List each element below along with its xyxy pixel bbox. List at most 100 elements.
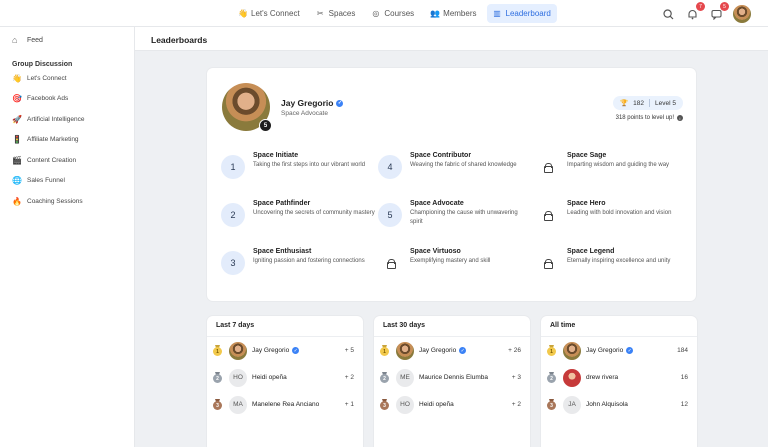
level-number: 1 <box>221 155 245 179</box>
member-name[interactable]: Manelene Rea Anciano <box>252 401 319 408</box>
level-title: Space Enthusiast <box>253 248 312 255</box>
nav-lets-connect[interactable]: 👋 Let's Connect <box>232 4 306 23</box>
member-name[interactable]: Jay Gregorio <box>419 347 456 354</box>
fire-icon: 🔥 <box>12 196 22 206</box>
level-title: Space Sage <box>567 152 607 159</box>
globe-icon: 🌐 <box>12 176 22 186</box>
leaderboard-row[interactable]: 1 Jay Gregorio ✓ 184 <box>541 337 697 364</box>
member-name-cell: John Alquisola <box>586 401 681 408</box>
bronze-medal-icon: 3 <box>380 399 389 410</box>
leaderboard-row[interactable]: 3 MA Manelene Rea Anciano + 1 <box>207 391 363 418</box>
points: + 5 <box>344 347 354 354</box>
level-description: Eternally inspiring excellence and unity <box>567 258 671 264</box>
wave-icon: 👋 <box>238 9 248 18</box>
points: + 3 <box>511 374 521 381</box>
sidebar-item-artificial-intelligence[interactable]: 🚀 Artificial Intelligence <box>0 109 134 130</box>
level-item: 2 Space Pathfinder Uncovering the secrets … <box>221 200 378 234</box>
level-description: Exemplifying mastery and skill <box>410 258 491 264</box>
sidebar-item-coaching-sessions[interactable]: 🔥 Coaching Sessions <box>0 191 134 212</box>
board-title: Last 7 days <box>207 316 363 337</box>
level-description: Taking the first steps into our vibrant … <box>253 162 366 168</box>
user-avatar[interactable] <box>733 5 751 23</box>
lock-icon <box>535 155 559 179</box>
leaderboard-row[interactable]: 1 Jay Gregorio ✓ + 26 <box>374 337 530 364</box>
leaderboard-row[interactable]: 3 JA John Alquisola 12 <box>541 391 697 418</box>
page-header: Leaderboards <box>135 27 768 51</box>
leaderboard-row[interactable]: 2 drew rivera 16 <box>541 364 697 391</box>
sidebar-item-facebook-ads[interactable]: 🎯 Facebook Ads <box>0 89 134 110</box>
member-name[interactable]: John Alquisola <box>586 401 628 408</box>
sidebar-item-sales-funnel[interactable]: 🌐 Sales Funnel <box>0 171 134 192</box>
trophy-icon: 🏆 <box>620 100 629 107</box>
member-name-cell: Manelene Rea Anciano <box>252 401 345 408</box>
points: + 2 <box>344 374 354 381</box>
level-number: 3 <box>221 251 245 275</box>
member-name[interactable]: Jay Gregorio <box>252 347 289 354</box>
member-name[interactable]: drew rivera <box>586 374 618 381</box>
avatar: HO <box>396 395 414 414</box>
avatar: JA <box>563 395 581 414</box>
silver-medal-icon: 2 <box>380 372 389 383</box>
notifications-badge: 7 <box>696 2 705 11</box>
leaderboard-all-time: All time 1 Jay Gregorio ✓ 184 2 drew rive… <box>541 316 697 447</box>
profile-title: Space Advocate <box>281 110 328 117</box>
verified-icon: ✓ <box>626 347 634 354</box>
level-title: Space Contributor <box>410 152 472 159</box>
profile-name[interactable]: Jay Gregorio <box>281 98 333 108</box>
points: + 26 <box>508 347 521 354</box>
level-item: 1 Space Initiate Taking the first steps in… <box>221 152 378 186</box>
leaderboard-last-7-days: Last 7 days 1 Jay Gregorio ✓ + 5 2 HO Hei… <box>207 316 363 447</box>
avatar <box>563 341 581 360</box>
points: 16 <box>680 374 688 381</box>
leaderboard-row[interactable]: 2 ME Maurice Dennis Elumba + 3 <box>374 364 530 391</box>
nav-courses[interactable]: ◎ Courses <box>365 4 420 23</box>
member-name-cell: Jay Gregorio ✓ <box>419 347 508 354</box>
sidebar-item-lets-connect[interactable]: 👋 Let's Connect <box>0 68 134 89</box>
gold-medal-icon: 1 <box>213 345 222 356</box>
sidebar-item-affiliate-marketing[interactable]: 🚦 Affiliate Marketing <box>0 130 134 151</box>
avatar: HO <box>229 368 247 387</box>
member-name[interactable]: Heidi opeña <box>252 374 287 381</box>
search-icon[interactable] <box>661 7 675 21</box>
level-item: 3 Space Enthusiast Igniting passion and fo… <box>221 248 378 282</box>
verified-icon: ✓ <box>459 347 467 354</box>
avatar <box>563 368 581 387</box>
member-name[interactable]: Maurice Dennis Elumba <box>419 374 488 381</box>
points-pill: 🏆 182 Level 5 <box>613 96 683 110</box>
sidebar-item-label: Artificial Intelligence <box>27 115 85 123</box>
member-name[interactable]: Jay Gregorio <box>586 347 623 354</box>
member-name-cell: Heidi opeña <box>252 374 345 381</box>
chat-icon[interactable]: 5 <box>709 2 729 21</box>
level-description: Leading with bold innovation and vision <box>567 210 672 216</box>
level-up-text: 318 points to level up! <box>615 115 674 121</box>
bell-icon[interactable]: 7 <box>685 2 705 21</box>
level-item: 4 Space Contributor Weaving the fabric of … <box>378 152 535 186</box>
leaderboard-row[interactable]: 2 HO Heidi opeña + 2 <box>207 364 363 391</box>
leaderboard-row[interactable]: 1 Jay Gregorio ✓ + 5 <box>207 337 363 364</box>
spaces-icon: ✂ <box>316 9 324 18</box>
gold-medal-icon: 1 <box>380 345 389 356</box>
info-icon[interactable]: i <box>677 115 683 121</box>
sidebar-item-label: Sales Funnel <box>27 177 65 185</box>
silver-medal-icon: 2 <box>213 372 222 383</box>
points: + 2 <box>511 401 521 408</box>
member-name-cell: Maurice Dennis Elumba <box>419 374 512 381</box>
sidebar-item-content-creation[interactable]: 🎬 Content Creation <box>0 150 134 171</box>
leaderboard-row[interactable]: 3 HO Heidi opeña + 2 <box>374 391 530 418</box>
board-title: All time <box>541 316 697 337</box>
nav-leaderboard[interactable]: ▥ Leaderboard <box>486 4 557 23</box>
member-name-cell: Jay Gregorio ✓ <box>252 347 345 354</box>
level-number: 4 <box>378 155 402 179</box>
divider <box>649 99 651 107</box>
lock-icon <box>378 251 402 275</box>
nav-label: Members <box>443 9 477 18</box>
wave-icon: 👋 <box>12 73 22 83</box>
nav-members[interactable]: 👥 Members <box>424 4 482 23</box>
level-title: Space Pathfinder <box>253 200 311 207</box>
top-bar: 👋 Let's Connect ✂ Spaces ◎ Courses 👥 Members… <box>0 0 768 27</box>
member-name-cell: Jay Gregorio ✓ <box>586 347 677 354</box>
nav-spaces[interactable]: ✂ Spaces <box>310 4 362 23</box>
level-badge: 5 <box>259 119 272 132</box>
sidebar-item-feed[interactable]: ⌂ Feed <box>0 27 134 45</box>
member-name[interactable]: Heidi opeña <box>419 401 454 408</box>
